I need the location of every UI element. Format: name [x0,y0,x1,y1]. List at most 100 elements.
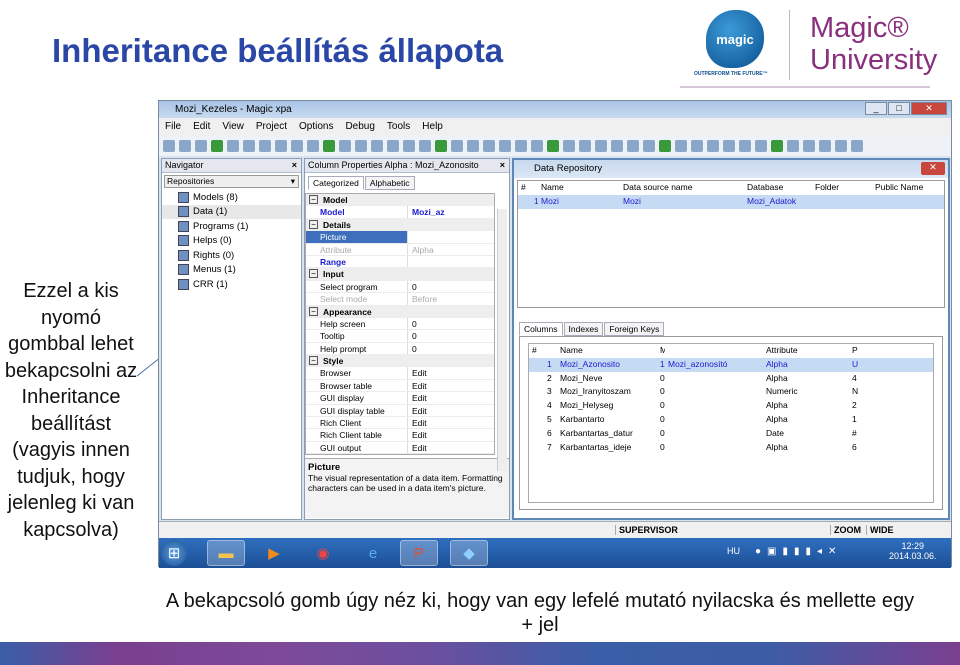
toolbar-button-icon[interactable] [211,139,223,152]
collapse-icon[interactable]: − [309,269,318,279]
toolbar-button-icon[interactable] [355,139,367,152]
toolbar-button-icon[interactable] [195,139,207,152]
navigator-item[interactable]: Models (8) [162,190,301,205]
toolbar-button-icon[interactable] [243,139,255,152]
toolbar-button-icon[interactable] [739,139,751,152]
toolbar-button-icon[interactable] [595,139,607,152]
column-header[interactable]: Model [657,344,665,358]
magic-xpa-taskbar-button[interactable]: ◆ [450,540,488,566]
property-row[interactable]: − Details [306,218,494,232]
close-icon[interactable]: × [500,159,505,172]
toolbar-button-icon[interactable] [259,139,271,152]
clock[interactable]: 12:29 2014.03.06. [889,541,937,561]
column-header[interactable]: # [529,344,557,358]
close-icon[interactable]: × [292,159,297,172]
navigator-item[interactable]: Rights (0) [162,248,301,263]
property-row[interactable]: Range [306,255,494,269]
column-header[interactable] [665,344,763,358]
toolbar-button-icon[interactable] [435,139,447,152]
property-row[interactable]: GUI output Edit [306,441,494,454]
toolbar-button-icon[interactable] [387,139,399,152]
navigator-item[interactable]: CRR (1) [162,277,301,292]
menu-options[interactable]: Options [299,121,333,132]
column-row[interactable]: 6 Karbantartas_datur 0 Date # [529,427,933,441]
property-row[interactable]: GUI display Edit [306,392,494,405]
close-button[interactable]: ✕ [911,102,947,115]
column-row[interactable]: 2 Mozi_Neve 0 Alpha 4 [529,372,933,386]
toolbar-button-icon[interactable] [819,139,831,152]
toolbar-button-icon[interactable] [451,139,463,152]
toolbar-button-icon[interactable] [515,139,527,152]
toolbar-button-icon[interactable] [307,139,319,152]
menu-file[interactable]: File [165,121,181,132]
property-row[interactable]: Help screen 0 [306,317,494,331]
table-row[interactable]: 1 Mozi Mozi Mozi_Adatok [518,194,944,209]
toolbar-button-icon[interactable] [371,139,383,152]
toolbar-button-icon[interactable] [483,139,495,152]
property-row[interactable]: − Input [306,268,494,281]
toolbar-button-icon[interactable] [323,139,335,152]
property-row[interactable]: Help prompt 0 [306,342,494,356]
toolbar-button-icon[interactable] [179,139,191,152]
menu-view[interactable]: View [222,121,244,132]
toolbar-button-icon[interactable] [787,139,799,152]
property-row[interactable]: Select mode Before [306,293,494,306]
toolbar-button-icon[interactable] [723,139,735,152]
property-row[interactable]: − Model [306,194,494,207]
navigator-item[interactable]: Data (1) [162,204,301,219]
property-row[interactable]: GUI display table Edit [306,404,494,418]
toolbar-button-icon[interactable] [403,139,415,152]
column-row[interactable]: 1 Mozi_Azonosito 1 Mozi_azonosító Alpha U [529,357,933,372]
property-row[interactable]: Rich Client table Edit [306,429,494,442]
maximize-button[interactable]: □ [888,102,910,115]
property-row[interactable]: Rich Client Edit [306,417,494,430]
chrome-taskbar-button[interactable]: ◉ [304,540,342,566]
column-header[interactable]: Public Name [872,181,932,195]
tray-icons[interactable]: ●▣▮▮▮◂✕ [755,546,842,557]
column-header[interactable]: Name [538,181,620,195]
navigator-item[interactable]: Helps (0) [162,234,301,249]
toolbar-button-icon[interactable] [547,139,559,152]
property-row[interactable]: − Appearance [306,305,494,318]
minimize-button[interactable]: _ [865,102,887,115]
ie-taskbar-button[interactable]: e [354,540,392,566]
column-row[interactable]: 5 Karbantarto 0 Alpha 1 [529,413,933,427]
tab-alphabetic[interactable]: Alphabetic [364,176,415,190]
toolbar-button-icon[interactable] [275,139,287,152]
toolbar-button-icon[interactable] [579,139,591,152]
toolbar-button-icon[interactable] [675,139,687,152]
toolbar-button-icon[interactable] [659,139,671,152]
column-row[interactable]: 3 Mozi_Iranyitoszam 0 Numeric N [529,385,933,399]
toolbar-button-icon[interactable] [611,139,623,152]
collapse-icon[interactable]: − [309,219,318,229]
toolbar-button-icon[interactable] [835,139,847,152]
column-header[interactable]: Folder [812,181,872,195]
property-row[interactable]: Model Mozi_az [306,206,494,219]
column-header[interactable]: Attribute [763,344,849,358]
toolbar-button-icon[interactable] [227,139,239,152]
explorer-taskbar-button[interactable]: ▬ [207,540,245,566]
toolbar-button-icon[interactable] [643,139,655,152]
toolbar-button-icon[interactable] [707,139,719,152]
tab-categorized[interactable]: Categorized [308,176,364,190]
start-button[interactable]: ⊞ [161,540,187,566]
menu-help[interactable]: Help [422,121,443,132]
toolbar-button-icon[interactable] [163,139,175,152]
toolbar-button-icon[interactable] [627,139,639,152]
property-row[interactable]: Tooltip 0 [306,330,494,343]
tab-indexes[interactable]: Indexes [563,322,604,336]
column-row[interactable]: 4 Mozi_Helyseg 0 Alpha 2 [529,399,933,413]
column-row[interactable]: 7 Karbantartas_ideje 0 Alpha 6 [529,441,933,455]
repositories-dropdown[interactable]: Repositories ▾ [164,175,299,188]
tab-foreign-keys[interactable]: Foreign Keys [604,322,665,336]
menu-project[interactable]: Project [256,121,287,132]
property-row[interactable]: Picture U20 [306,231,494,244]
toolbar-button-icon[interactable] [755,139,767,152]
language-indicator[interactable]: HU [727,546,740,556]
property-row[interactable]: Browser Edit [306,367,494,380]
toolbar-button-icon[interactable] [339,139,351,152]
navigator-item[interactable]: Menus (1) [162,263,301,278]
toolbar-button-icon[interactable] [499,139,511,152]
navigator-item[interactable]: Programs (1) [162,219,301,234]
close-button[interactable]: ✕ [921,162,945,175]
